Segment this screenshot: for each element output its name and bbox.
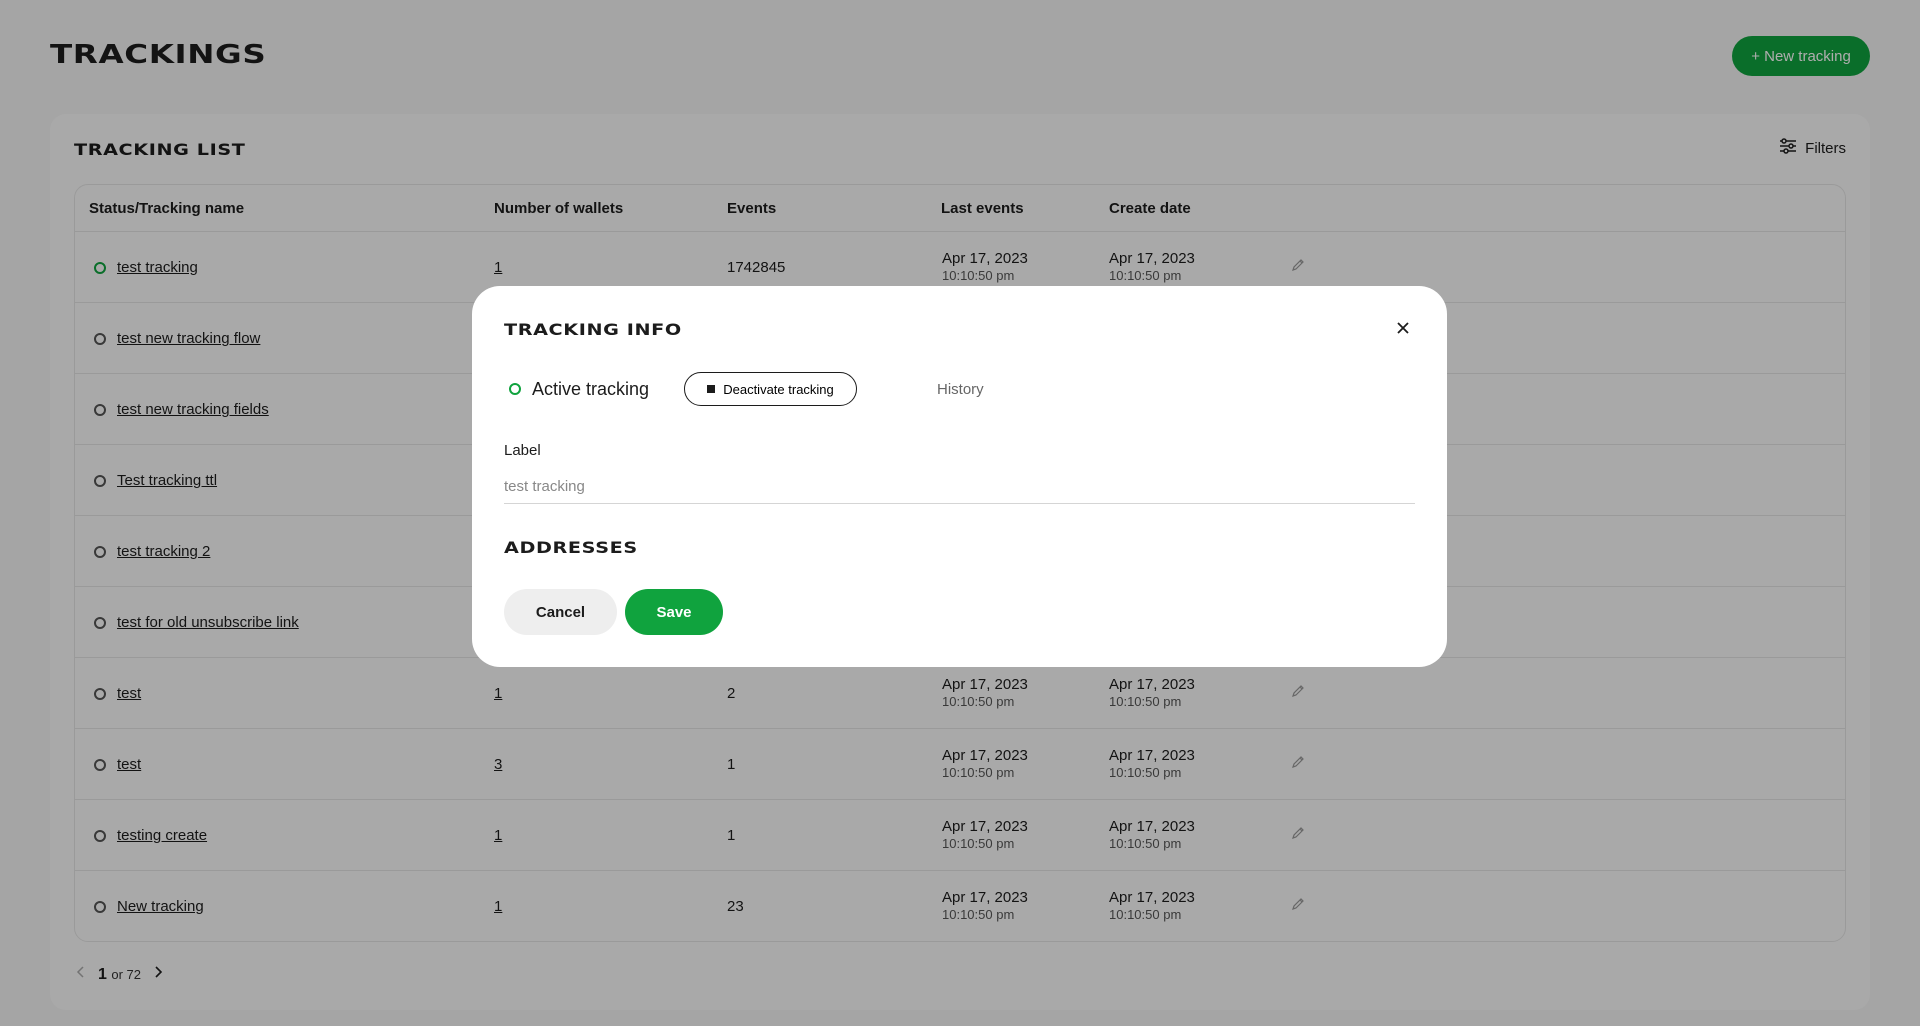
label-field-label: Label	[504, 442, 541, 459]
tracking-status: Active tracking	[532, 379, 650, 399]
deactivate-label: Deactivate tracking	[723, 381, 834, 397]
tracking-info-modal: TRACKING INFO Active tracking Deactivate…	[472, 286, 1447, 667]
label-input[interactable]	[504, 470, 1415, 504]
history-tab[interactable]: History	[937, 381, 984, 398]
deactivate-tracking-button[interactable]: Deactivate tracking	[684, 372, 857, 406]
cancel-button[interactable]: Cancel	[504, 589, 617, 635]
close-icon[interactable]	[1391, 316, 1415, 340]
status-row: Active tracking Deactivate tracking Hist…	[504, 372, 1404, 406]
stop-icon	[707, 385, 716, 393]
modal-title: TRACKING INFO	[504, 320, 682, 339]
status-dot-icon	[509, 383, 521, 395]
save-button[interactable]: Save	[625, 589, 723, 635]
addresses-title: ADDRESSES	[504, 538, 638, 557]
